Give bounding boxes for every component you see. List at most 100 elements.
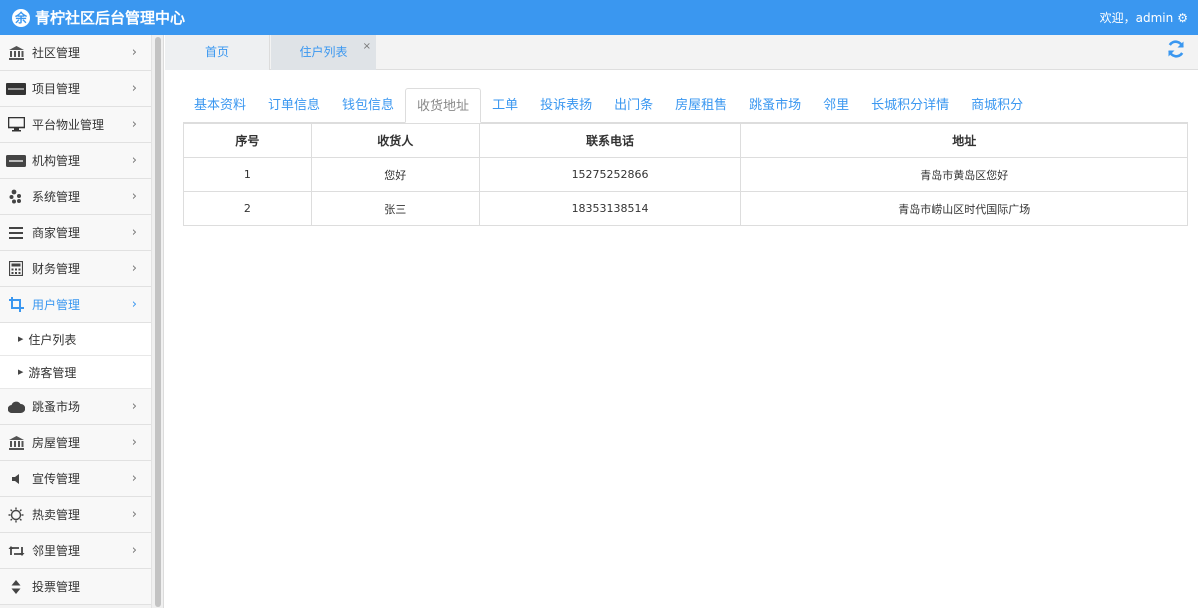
sidebar-item-label: 房屋管理 <box>32 436 81 450</box>
sun-icon <box>6 507 26 523</box>
app-header: 余 青柠社区后台管理中心 欢迎，admin ⚙ <box>0 0 1198 35</box>
sidebar-item-publicity[interactable]: 宣传管理 › <box>0 461 151 497</box>
chevron-right-icon: › <box>131 507 137 522</box>
card-icon <box>6 81 26 97</box>
sidebar-item-label: 投票管理 <box>32 580 81 594</box>
retweet-icon <box>6 543 26 559</box>
sidebar-item-label: 财务管理 <box>32 262 81 276</box>
chevron-right-icon: › <box>131 189 137 204</box>
sidebar-item-label: 系统管理 <box>32 190 81 204</box>
sidebar-item-flea-market[interactable]: 跳蚤市场 › <box>0 389 151 425</box>
monitor-icon <box>6 117 26 133</box>
cell-address: 青岛市黄岛区您好 <box>740 157 1188 192</box>
sidebar-item-label: 用户管理 <box>32 298 81 312</box>
stripe-icon <box>6 153 26 169</box>
gear-icon[interactable]: ⚙ <box>1177 11 1188 25</box>
chevron-right-icon: › <box>131 261 137 276</box>
sidebar-item-label: 平台物业管理 <box>32 118 105 132</box>
chevron-right-icon: › <box>131 153 137 168</box>
sidebar-item-neighbors[interactable]: 邻里管理 › <box>0 533 151 569</box>
sidebar-item-label: 跳蚤市场 <box>32 400 81 414</box>
sidebar-item-voting[interactable]: 投票管理 <box>0 569 151 605</box>
tab-house-rental[interactable]: 房屋租售 <box>664 88 738 123</box>
column-header: 序号 <box>183 123 312 158</box>
bank-icon <box>6 45 26 61</box>
caret-right-icon: ▶ <box>18 368 24 376</box>
tab-mall-points[interactable]: 商城积分 <box>960 88 1034 123</box>
sidebar-scrollbar-thumb[interactable] <box>155 37 161 607</box>
sidebar-subitem-residents[interactable]: ▶ 住户列表 <box>0 323 151 356</box>
calculator-icon <box>6 261 26 277</box>
column-header: 收货人 <box>310 123 480 158</box>
sidebar-item-organization[interactable]: 机构管理 › <box>0 143 151 179</box>
tab-shipping-address[interactable]: 收货地址 <box>405 88 482 123</box>
chevron-right-icon: › <box>131 45 137 60</box>
sidebar-scrollbar[interactable] <box>152 35 164 608</box>
tab-great-wall-points[interactable]: 长城积分详情 <box>860 88 960 123</box>
yelp-icon <box>6 189 26 205</box>
address-table: 序号 收货人 联系电话 地址 1 您好 15275252866 青岛市黄岛区您好… <box>183 123 1188 226</box>
bank-icon <box>6 435 26 451</box>
cell-recipient: 您好 <box>310 157 480 192</box>
chevron-right-icon: › <box>131 399 137 414</box>
refresh-icon[interactable] <box>1166 39 1186 64</box>
tab-flea-market[interactable]: 跳蚤市场 <box>738 88 812 123</box>
user-menu[interactable]: 欢迎，admin ⚙ <box>1100 9 1188 26</box>
cell-recipient: 张三 <box>310 191 480 226</box>
sidebar: 社区管理 › 项目管理 › 平台物业管理 › 机构管理 › 系统管理 › 商家管… <box>0 35 152 608</box>
cell-index: 1 <box>183 157 312 192</box>
tab-label: 首页 <box>204 45 229 59</box>
sidebar-item-community[interactable]: 社区管理 › <box>0 35 151 71</box>
tab-exit-pass[interactable]: 出门条 <box>603 88 664 123</box>
close-icon[interactable]: × <box>363 29 371 64</box>
tab-work-order[interactable]: 工单 <box>481 88 529 123</box>
chevron-right-icon: › <box>131 117 137 132</box>
tab-complaints-praise[interactable]: 投诉表扬 <box>529 88 603 123</box>
sidebar-item-label: 宣传管理 <box>32 472 81 486</box>
sidebar-item-system[interactable]: 系统管理 › <box>0 179 151 215</box>
tab-basic-info[interactable]: 基本资料 <box>183 88 257 123</box>
sidebar-item-label: 邻里管理 <box>32 544 81 558</box>
cloud-icon <box>6 399 26 415</box>
sidebar-item-label: 热卖管理 <box>32 508 81 522</box>
column-header: 联系电话 <box>478 123 742 158</box>
tab-order-info[interactable]: 订单信息 <box>257 88 331 123</box>
cell-index: 2 <box>183 191 312 226</box>
chevron-right-icon: › <box>131 225 137 240</box>
welcome-text: 欢迎，admin <box>1099 11 1174 25</box>
menu-icon <box>6 225 26 241</box>
table-header-row: 序号 收货人 联系电话 地址 <box>183 123 1188 158</box>
volume-icon <box>6 471 26 487</box>
cell-phone: 18353138514 <box>478 191 742 226</box>
table-row: 2 张三 18353138514 青岛市崂山区时代国际广场 <box>183 191 1188 226</box>
sidebar-item-property[interactable]: 平台物业管理 › <box>0 107 151 143</box>
sort-icon <box>6 579 26 595</box>
sidebar-subitem-visitors[interactable]: ▶ 游客管理 <box>0 356 151 389</box>
cell-phone: 15275252866 <box>478 157 742 192</box>
sidebar-subitem-label: 住户列表 <box>28 332 77 347</box>
sidebar-item-label: 机构管理 <box>32 154 81 168</box>
tab-label: 住户列表 <box>299 45 348 59</box>
chevron-right-icon: › <box>131 81 137 96</box>
sidebar-item-housing[interactable]: 房屋管理 › <box>0 425 151 461</box>
sidebar-item-label: 商家管理 <box>32 226 81 240</box>
sidebar-item-merchants[interactable]: 商家管理 › <box>0 215 151 251</box>
tab-home[interactable]: 首页 <box>165 35 270 70</box>
chevron-right-icon: › <box>131 297 137 312</box>
crop-icon <box>6 297 26 313</box>
detail-tabs: 基本资料 订单信息 钱包信息 收货地址 工单 投诉表扬 出门条 房屋租售 跳蚤市… <box>183 88 1188 123</box>
main-content: 基本资料 订单信息 钱包信息 收货地址 工单 投诉表扬 出门条 房屋租售 跳蚤市… <box>165 71 1198 608</box>
chevron-right-icon: › <box>131 543 137 558</box>
tab-resident-list[interactable]: 住户列表 × <box>271 35 376 70</box>
chevron-right-icon: › <box>131 435 137 450</box>
sidebar-item-finance[interactable]: 财务管理 › <box>0 251 151 287</box>
sidebar-item-users[interactable]: 用户管理 › <box>0 287 151 323</box>
tab-neighbors[interactable]: 邻里 <box>812 88 860 123</box>
column-header: 地址 <box>740 123 1188 158</box>
sidebar-item-label: 社区管理 <box>32 46 81 60</box>
logo-icon: 余 <box>12 8 30 27</box>
sidebar-item-hot-sale[interactable]: 热卖管理 › <box>0 497 151 533</box>
page-tab-bar: 首页 住户列表 × <box>165 35 1198 70</box>
sidebar-item-projects[interactable]: 项目管理 › <box>0 71 151 107</box>
tab-wallet-info[interactable]: 钱包信息 <box>331 88 405 123</box>
